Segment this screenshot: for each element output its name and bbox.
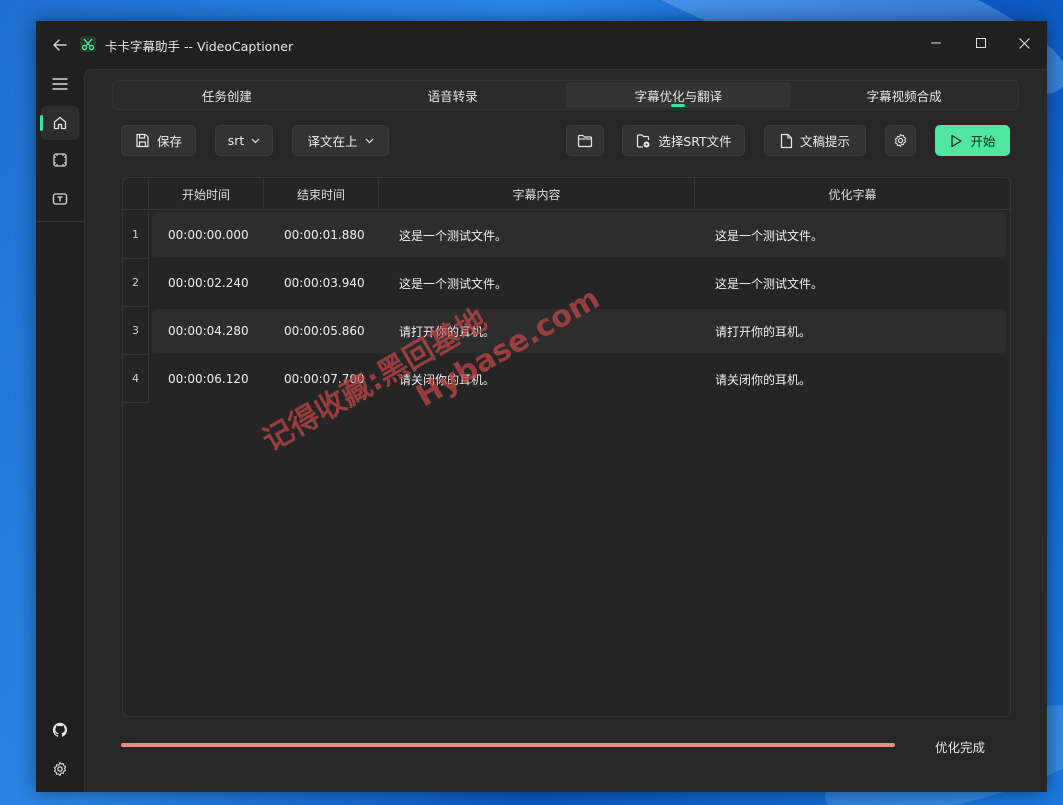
select-srt-label: 选择SRT文件 [658,134,732,149]
scissors-icon [80,36,96,52]
progress-fill [121,743,895,747]
cell-optimized[interactable]: 请关闭你的耳机。 [686,357,986,401]
cell-start-time[interactable]: 00:00:02.240 [152,261,255,305]
column-header-start: 开始时间 [149,178,264,210]
gear-icon [53,761,67,777]
cell-end-time[interactable]: 00:00:03.940 [255,261,370,305]
column-header-end: 结束时间 [264,178,379,210]
cell-content[interactable]: 这是一个测试文件。 [370,213,686,257]
cell-end-time[interactable]: 00:00:01.880 [255,213,370,257]
close-icon [1018,37,1030,49]
tab-active-indicator [671,104,686,107]
gear-icon [894,133,907,148]
start-label: 开始 [970,134,996,149]
close-button[interactable] [1002,27,1046,59]
film-icon [53,153,67,167]
sidebar-item-github[interactable] [41,713,79,747]
minimize-icon [931,42,941,44]
sidebar-item-settings[interactable] [41,752,79,786]
folder-icon [577,134,593,147]
chevron-down-icon [365,138,373,143]
sidebar [36,69,84,792]
home-icon [53,116,67,130]
chevron-down-icon [251,138,260,143]
table-header: 开始时间 结束时间 字幕内容 优化字幕 [123,178,1010,210]
sidebar-divider [36,221,84,222]
maximize-button[interactable] [959,27,1003,59]
active-indicator [40,115,43,131]
maximize-icon [976,38,986,48]
tab-transcribe[interactable]: 语音转录 [340,82,566,108]
cell-optimized[interactable]: 这是一个测试文件。 [686,213,986,257]
back-button[interactable] [48,33,72,57]
layout-value: 译文在上 [307,134,358,149]
row-number: 4 [123,355,149,403]
document-icon [780,133,793,148]
tab-task-create[interactable]: 任务创建 [114,82,340,108]
column-header-optimized: 优化字幕 [828,187,877,202]
save-button[interactable]: 保存 [121,125,196,156]
app-window: 卡卡字幕助手 -- VideoCaptioner 任务创建 语音转录 字幕优化与… [36,21,1047,792]
prompt-label: 文稿提示 [799,134,850,149]
save-icon [136,133,149,148]
text-box-icon [52,193,68,205]
tab-video-synthesis[interactable]: 字幕视频合成 [791,82,1017,108]
arrow-left-icon [53,39,67,51]
cell-end-time[interactable]: 00:00:05.860 [255,309,370,353]
progress-bar [121,743,895,747]
sidebar-item-home[interactable] [41,106,79,140]
cell-start-time[interactable]: 00:00:06.120 [152,357,255,401]
row-number: 1 [123,211,149,259]
layout-dropdown[interactable]: 译文在上 [292,125,389,156]
cell-content[interactable]: 这是一个测试文件。 [370,261,686,305]
window-title: 卡卡字幕助手 -- VideoCaptioner [105,39,294,54]
row-number-header [123,178,149,210]
tab-label: 语音转录 [427,88,478,104]
column-header-content: 字幕内容 [379,178,695,210]
start-button[interactable]: 开始 [935,125,1010,156]
file-gear-icon [637,133,650,148]
open-folder-button[interactable] [566,125,604,156]
prompt-button[interactable]: 文稿提示 [764,125,866,156]
cell-start-time[interactable]: 00:00:00.000 [152,213,255,257]
row-number: 2 [123,259,149,307]
settings-button[interactable] [885,125,916,156]
hamburger-icon [52,78,68,90]
format-dropdown[interactable]: srt [215,125,273,156]
table-row[interactable]: 4 00:00:06.120 00:00:07.700 请关闭你的耳机。 请关闭… [123,355,1010,403]
format-value: srt [227,133,245,148]
sidebar-item-video[interactable] [41,143,79,177]
tab-label: 字幕优化与翻译 [634,88,723,104]
progress-status: 优化完成 [935,740,986,755]
cell-optimized[interactable]: 请打开你的耳机。 [686,309,986,353]
main-content: 任务创建 语音转录 字幕优化与翻译 字幕视频合成 保存 srt 译文在上 选择S… [84,69,1047,792]
row-number: 3 [123,307,149,355]
title-bar: 卡卡字幕助手 -- VideoCaptioner [36,21,1047,69]
tab-label: 字幕视频合成 [866,88,942,104]
tab-bar: 任务创建 语音转录 字幕优化与翻译 字幕视频合成 [112,80,1019,110]
github-icon [52,722,68,737]
subtitle-table: 开始时间 结束时间 字幕内容 优化字幕 1 00:00:00.000 00:00… [122,177,1011,717]
menu-toggle-button[interactable] [41,67,79,101]
select-srt-button[interactable]: 选择SRT文件 [622,125,745,156]
sidebar-item-subtitle[interactable] [41,182,79,216]
minimize-button[interactable] [914,27,958,59]
tab-label: 任务创建 [201,88,252,104]
table-row[interactable]: 1 00:00:00.000 00:00:01.880 这是一个测试文件。 这是… [123,211,1010,259]
cell-optimized[interactable]: 这是一个测试文件。 [686,261,986,305]
tab-optimize-translate[interactable]: 字幕优化与翻译 [565,82,792,108]
play-icon [951,134,963,147]
save-label: 保存 [156,134,182,149]
cell-start-time[interactable]: 00:00:04.280 [152,309,255,353]
